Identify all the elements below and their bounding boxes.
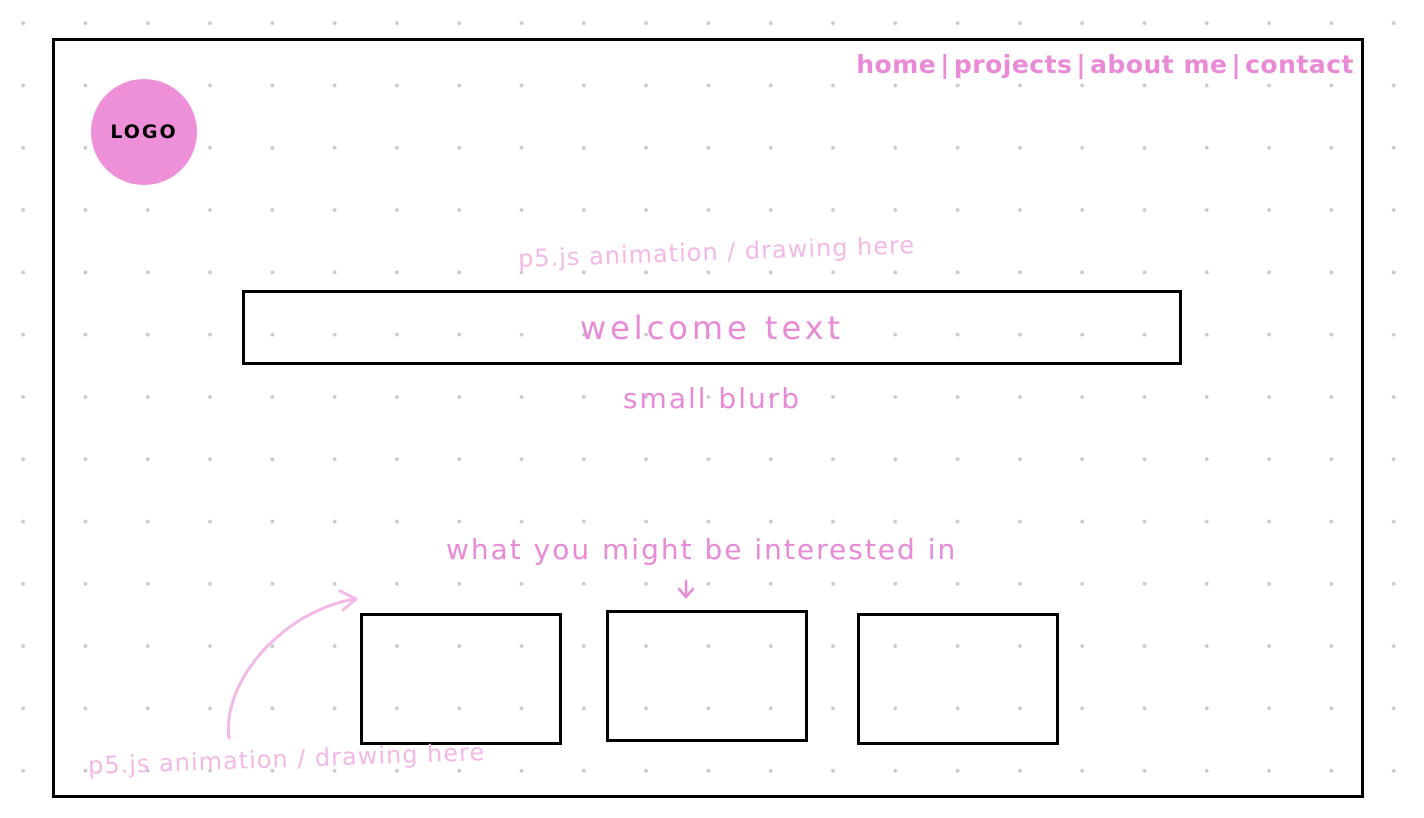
nav-contact[interactable]: contact bbox=[1245, 50, 1354, 79]
interest-heading: what you might be interested in bbox=[446, 533, 958, 566]
nav-separator: | bbox=[1076, 50, 1087, 79]
nav-separator: | bbox=[940, 50, 950, 79]
nav-about-me[interactable]: about me bbox=[1090, 50, 1227, 79]
top-nav: home | projects | about me | contact bbox=[856, 50, 1354, 79]
logo[interactable]: LOGO bbox=[91, 79, 197, 185]
nav-projects[interactable]: projects bbox=[954, 50, 1073, 79]
wireframe-canvas: home | projects | about me | contact LOGO p5.j… bbox=[0, 0, 1424, 818]
logo-label: LOGO bbox=[110, 121, 178, 143]
welcome-text: welcome text bbox=[579, 308, 845, 347]
project-card[interactable] bbox=[606, 610, 808, 742]
welcome-banner: welcome text bbox=[242, 290, 1182, 365]
project-card[interactable] bbox=[857, 613, 1059, 745]
project-card[interactable] bbox=[360, 613, 562, 745]
small-blurb: small blurb bbox=[622, 382, 802, 415]
nav-home[interactable]: home bbox=[856, 50, 936, 79]
nav-separator: | bbox=[1231, 50, 1242, 79]
